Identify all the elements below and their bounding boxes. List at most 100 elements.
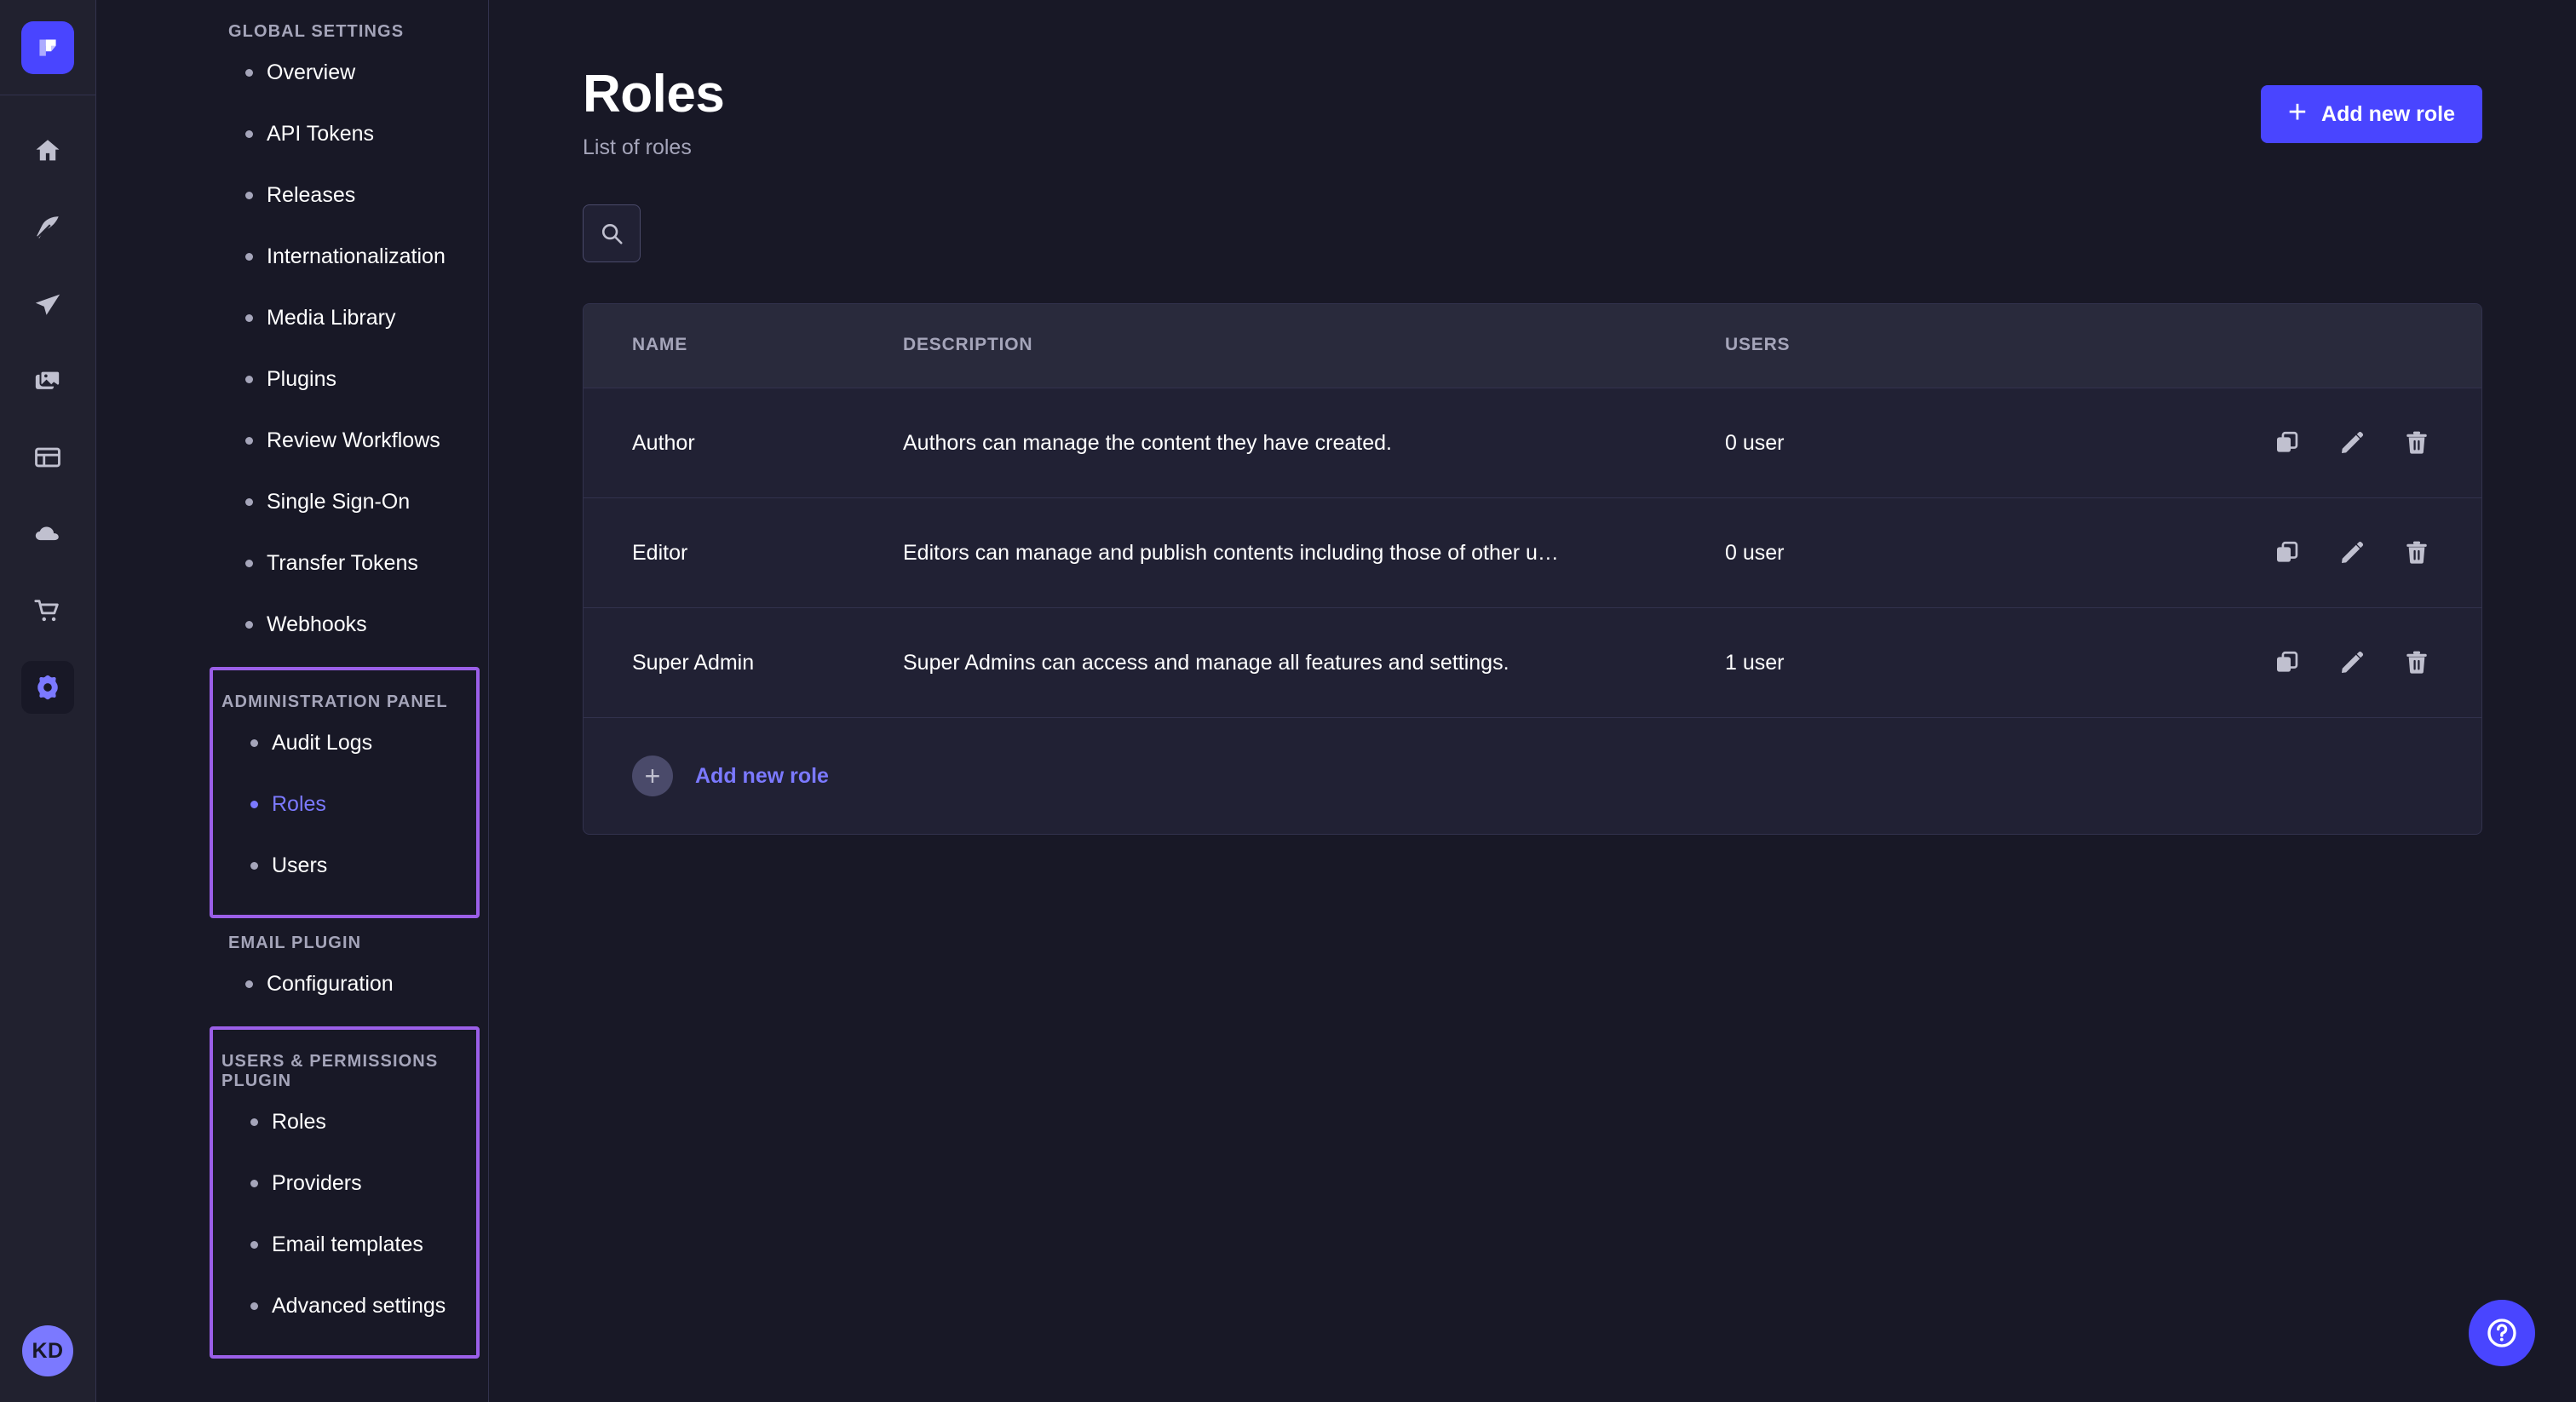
- sidebar-item-label: Releases: [267, 182, 356, 207]
- duplicate-icon[interactable]: [2274, 429, 2301, 457]
- table-toolbar: [489, 160, 2576, 263]
- bullet-icon: [250, 738, 258, 747]
- add-new-role-footer-label: Add new role: [695, 763, 829, 788]
- page-title: Roles: [583, 65, 725, 124]
- sidebar-item-releases[interactable]: Releases: [96, 164, 488, 226]
- bullet-icon: [250, 1179, 258, 1187]
- rail-item-home[interactable]: [21, 124, 74, 177]
- roles-table-card: NAME DESCRIPTION USERS Author Authors can…: [583, 303, 2482, 836]
- role-name-cell: Super Admin: [584, 607, 903, 719]
- primary-nav-rail: KD: [0, 0, 96, 1402]
- table-row[interactable]: Author Authors can manage the content the…: [584, 388, 2481, 499]
- feather-icon: [37, 216, 59, 238]
- role-name-cell: Author: [584, 388, 903, 499]
- sidebar-item-single-sign-on[interactable]: Single Sign-On: [96, 471, 488, 532]
- table-row[interactable]: Super Admin Super Admins can access and m…: [584, 607, 2481, 719]
- table-header-row: NAME DESCRIPTION USERS: [584, 304, 2481, 389]
- add-new-role-button[interactable]: + Add new role: [2260, 85, 2482, 143]
- sidebar-group: GLOBAL SETTINGS Overview API Tokens Release…: [96, 0, 488, 667]
- column-header-description[interactable]: DESCRIPTION: [903, 304, 1725, 389]
- delete-icon[interactable]: [2403, 539, 2430, 566]
- add-new-role-footer-row[interactable]: + Add new role: [584, 718, 2481, 834]
- sidebar-item-users[interactable]: Users: [213, 835, 476, 896]
- search-icon: [601, 224, 623, 244]
- bullet-icon: [250, 800, 258, 808]
- sidebar-item-overview[interactable]: Overview: [96, 42, 488, 103]
- sidebar-item-review-workflows[interactable]: Review Workflows: [96, 410, 488, 471]
- roles-table: NAME DESCRIPTION USERS Author Authors can…: [584, 304, 2481, 719]
- search-button[interactable]: [583, 204, 641, 263]
- row-action-group: [2066, 429, 2481, 457]
- rail-item-content-manager[interactable]: [21, 201, 74, 254]
- bullet-icon: [250, 1240, 258, 1249]
- sidebar-group-title: ADMINISTRATION PANEL: [221, 692, 448, 711]
- sidebar-item-advanced-settings[interactable]: Advanced settings: [213, 1275, 476, 1336]
- sidebar-item-internationalization[interactable]: Internationalization: [96, 226, 488, 287]
- rail-items: [21, 124, 74, 714]
- sidebar-item-label: Review Workflows: [267, 428, 440, 452]
- bullet-icon: [245, 620, 253, 629]
- plus-icon: +: [632, 756, 673, 797]
- role-description-text: Authors can manage the content they have…: [903, 430, 1392, 455]
- column-header-actions: [2066, 304, 2481, 389]
- sidebar-item-providers[interactable]: Providers: [213, 1152, 476, 1214]
- duplicate-icon[interactable]: [2274, 539, 2301, 566]
- bullet-icon: [245, 980, 253, 988]
- role-users-cell: 0 user: [1725, 388, 2066, 499]
- avatar[interactable]: KD: [22, 1325, 73, 1376]
- row-action-group: [2066, 649, 2481, 676]
- sidebar-item-api-tokens[interactable]: API Tokens: [96, 103, 488, 164]
- rail-item-cloud[interactable]: [21, 508, 74, 560]
- app-root: KD GLOBAL SETTINGS Overview API Tokens Rele…: [0, 0, 2576, 1402]
- role-description-cell: Authors can manage the content they have…: [903, 388, 1725, 499]
- sidebar-item-label: Overview: [267, 60, 356, 84]
- sidebar-item-label: Users: [272, 853, 328, 877]
- role-users-cell: 0 user: [1725, 497, 2066, 609]
- sidebar-item-transfer-tokens[interactable]: Transfer Tokens: [96, 532, 488, 594]
- sidebar-item-media-library[interactable]: Media Library: [96, 287, 488, 348]
- sidebar-item-label: Roles: [272, 791, 326, 816]
- rail-item-marketplace[interactable]: [21, 584, 74, 637]
- main-content: Roles List of roles + Add new role NAME: [489, 0, 2576, 1402]
- page-header: Roles List of roles + Add new role: [489, 0, 2576, 160]
- table-row[interactable]: Editor Editors can manage and publish con…: [584, 497, 2481, 609]
- rail-item-content-type-builder[interactable]: [21, 278, 74, 330]
- bullet-icon: [245, 191, 253, 199]
- role-actions-cell: [2066, 388, 2481, 499]
- duplicate-icon[interactable]: [2274, 649, 2301, 676]
- sidebar-group: EMAIL PLUGIN Configuration: [96, 918, 488, 1026]
- bullet-icon: [250, 861, 258, 870]
- sidebar-group-title: EMAIL PLUGIN: [228, 934, 362, 952]
- bullet-icon: [245, 559, 253, 567]
- edit-icon[interactable]: [2338, 539, 2366, 566]
- logo-container[interactable]: [0, 0, 95, 95]
- sidebar-item-audit-logs[interactable]: Audit Logs: [213, 712, 476, 773]
- role-description-cell: Editors can manage and publish contents …: [903, 497, 1725, 609]
- sidebar-item-roles[interactable]: Roles: [213, 1091, 476, 1152]
- sidebar-item-plugins[interactable]: Plugins: [96, 348, 488, 410]
- question-mark-icon: [2487, 1319, 2516, 1347]
- edit-icon[interactable]: [2338, 649, 2366, 676]
- rail-item-media-library[interactable]: [21, 354, 74, 407]
- sidebar-item-configuration[interactable]: Configuration: [96, 953, 488, 1014]
- sidebar-item-label: Advanced settings: [272, 1293, 446, 1318]
- rail-item-layout[interactable]: [21, 431, 74, 484]
- delete-icon[interactable]: [2403, 649, 2430, 676]
- strapi-logo-icon[interactable]: [21, 20, 74, 74]
- cloud-icon: [35, 526, 59, 541]
- bullet-icon: [250, 1118, 258, 1126]
- sidebar-item-label: Internationalization: [267, 244, 446, 268]
- help-button[interactable]: [2469, 1300, 2535, 1366]
- sidebar-item-webhooks[interactable]: Webhooks: [96, 594, 488, 655]
- sidebar-item-label: Email templates: [272, 1232, 423, 1256]
- column-header-name[interactable]: NAME: [584, 304, 903, 389]
- sidebar-item-roles[interactable]: Roles: [213, 773, 476, 835]
- delete-icon[interactable]: [2403, 429, 2430, 457]
- add-new-role-button-label: Add new role: [2321, 101, 2455, 126]
- sidebar-item-email-templates[interactable]: Email templates: [213, 1214, 476, 1275]
- bullet-icon: [245, 68, 253, 77]
- column-header-users[interactable]: USERS: [1725, 304, 2066, 389]
- settings-sidebar: GLOBAL SETTINGS Overview API Tokens Release…: [96, 0, 489, 1402]
- edit-icon[interactable]: [2338, 429, 2366, 457]
- rail-item-settings[interactable]: [21, 661, 74, 714]
